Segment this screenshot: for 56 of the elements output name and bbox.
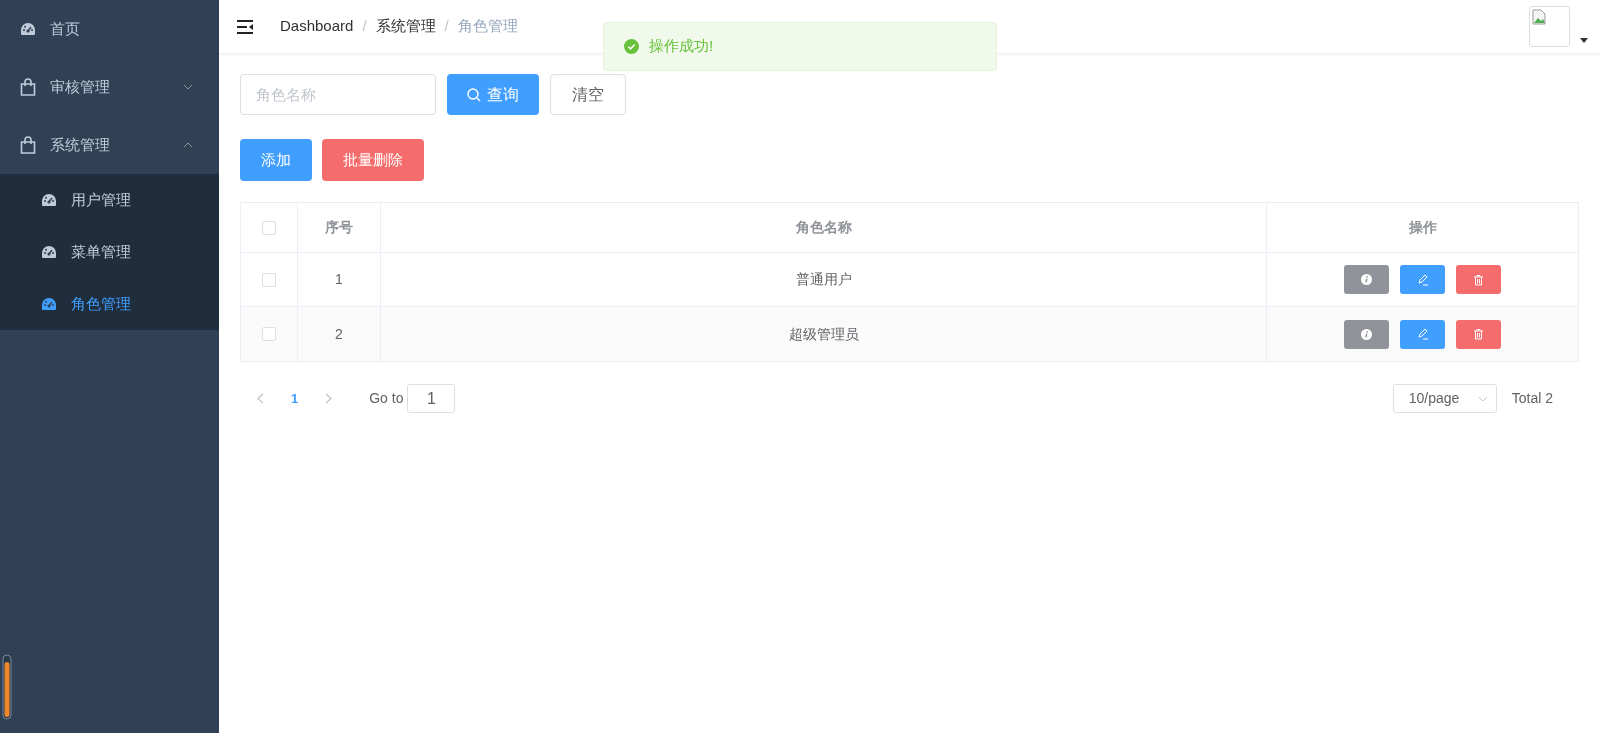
previous-page-icon[interactable] [257,393,264,404]
breadcrumb-separator: / [444,16,449,37]
checkbox[interactable] [262,327,276,341]
edit-button[interactable] [1400,319,1445,349]
shopping-bag-icon [20,136,36,154]
next-page-icon[interactable] [325,393,333,404]
broken-avatar-image[interactable] [1529,6,1570,47]
breadcrumb-link[interactable]: 系统管理 [375,15,436,38]
total-count: Total 2 [1511,389,1553,408]
info-icon [1361,328,1372,340]
check-circle-icon [624,39,639,54]
dashboard-gauge-icon [41,297,57,311]
clear-button[interactable]: 清空 [550,74,626,115]
checkbox[interactable] [262,220,276,235]
menu-toggle-icon[interactable] [236,18,254,35]
toast-message: 操作成功! [649,36,714,57]
sidebar-item[interactable]: 审核管理 [0,58,219,116]
sidebar-item[interactable]: 首页 [0,0,219,58]
dashboard-gauge-icon [20,22,36,36]
shopping-bag-icon [20,78,36,96]
pencil-icon [1417,328,1428,340]
sidebar-subitem[interactable]: 用户管理 [0,174,219,226]
table-cell-text: 普通用户 [795,270,852,289]
info-button[interactable] [1344,265,1389,294]
role-name-field[interactable]: 角色名称 [240,74,436,115]
breadcrumb-link[interactable]: Dashboard [280,15,354,38]
info-button[interactable] [1344,319,1389,349]
column-header: 操作 [1408,218,1437,237]
info-icon [1361,274,1372,285]
table-cell-text: 2 [335,324,343,344]
table-cell-text: 超级管理员 [788,324,859,344]
search-icon [467,87,481,102]
page-size-select[interactable]: 10/page [1392,384,1497,413]
sidebar-item[interactable]: 系统管理 [0,116,219,174]
edit-button[interactable] [1400,265,1445,294]
trash-icon [1473,328,1484,340]
delete-button[interactable] [1456,265,1501,294]
column-header: 序号 [325,218,353,237]
chevron-down-icon [183,84,193,90]
breadcrumb-separator: / [362,16,367,37]
column-header: 角色名称 [795,218,852,237]
dashboard-gauge-icon [41,245,57,259]
sidebar-subitem[interactable]: 菜单管理 [0,226,219,278]
chevron-up-icon [183,142,193,148]
caret-down-icon[interactable] [1580,38,1588,43]
trash-icon [1473,273,1484,286]
chevron-down-icon [1477,395,1488,402]
sidebar-subitem[interactable]: 角色管理 [0,278,219,330]
checkbox[interactable] [262,272,276,287]
goto-page-field[interactable]: 1 [407,384,456,413]
dashboard-gauge-icon [41,193,57,207]
table-cell-text: 1 [335,270,343,289]
broken-image-icon [1532,9,1546,25]
goto-label: Go to [369,389,404,408]
pencil-icon [1417,273,1428,286]
delete-button[interactable] [1456,319,1501,349]
